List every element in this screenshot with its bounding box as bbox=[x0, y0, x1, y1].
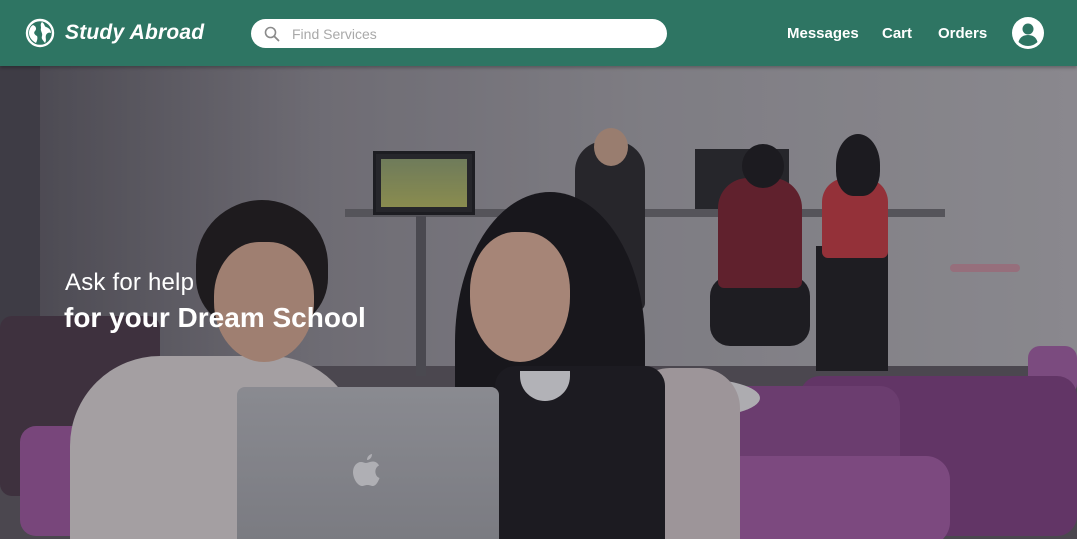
search-input[interactable] bbox=[290, 24, 654, 43]
search-bar[interactable] bbox=[251, 19, 667, 48]
nav-cart-link[interactable]: Cart bbox=[882, 25, 912, 42]
globe-icon bbox=[25, 18, 55, 48]
nav-messages-link[interactable]: Messages bbox=[787, 25, 859, 42]
brand-logo[interactable]: Study Abroad bbox=[25, 18, 204, 48]
user-avatar-button[interactable] bbox=[1012, 17, 1044, 49]
hero-title: for your Dream School bbox=[64, 302, 366, 333]
hero-banner: Ask for help for your Dream School bbox=[0, 66, 1077, 539]
nav-orders-link[interactable]: Orders bbox=[938, 25, 987, 42]
hero-subtitle: Ask for help bbox=[65, 269, 195, 296]
user-avatar-icon bbox=[1012, 17, 1044, 49]
search-icon bbox=[264, 26, 280, 41]
top-header: Study Abroad Messages Cart Orders bbox=[0, 0, 1077, 66]
brand-name: Study Abroad bbox=[65, 21, 205, 44]
